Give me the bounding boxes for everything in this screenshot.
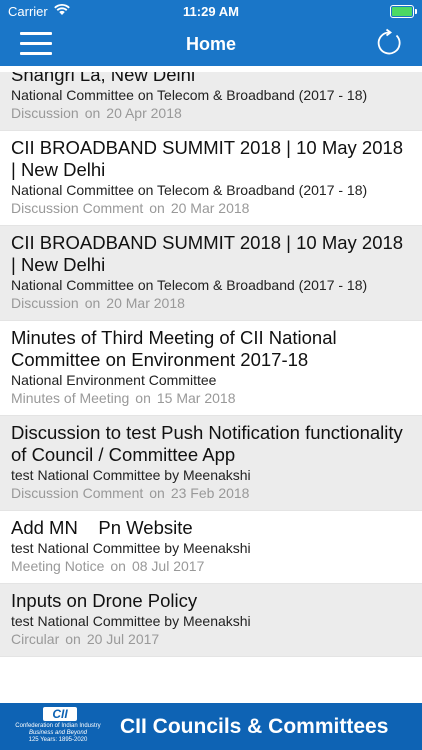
- item-title: Discussion to test Push Notification fun…: [11, 422, 403, 465]
- list-item[interactable]: Add MN Pn Website test National Committe…: [0, 511, 422, 584]
- footer-brand: CII Councils & Committees: [120, 715, 389, 738]
- item-date: 08 Jul 2017: [131, 558, 205, 574]
- item-meta: Discussion on 20 Apr 2018: [11, 105, 182, 121]
- list-item[interactable]: Minutes of Third Meeting of CII National…: [0, 321, 422, 416]
- item-meta: Discussion on 20 Mar 2018: [11, 295, 185, 311]
- item-title: CII BROADBAND SUMMIT 2018 | 10 May 2018 …: [11, 232, 404, 275]
- item-title: CII BROADBAND SUMMIT 2018 | 10 May 2018 …: [11, 137, 404, 180]
- battery-icon: [390, 5, 417, 18]
- item-date: 20 Mar 2018: [170, 200, 250, 216]
- item-type: Discussion: [11, 295, 79, 311]
- item-type: Discussion Comment: [11, 200, 144, 216]
- item-date: 20 Apr 2018: [106, 105, 182, 121]
- item-committee: National Committee on Telecom & Broadban…: [11, 87, 368, 103]
- list-item[interactable]: Inputs on Drone Policy test National Com…: [0, 584, 422, 657]
- list-item[interactable]: CII BROADBAND SUMMIT 2018 | 10 May 2018 …: [0, 131, 422, 226]
- item-date: 15 Mar 2018: [156, 390, 236, 406]
- item-meta: Minutes of Meeting on 15 Mar 2018: [11, 390, 236, 406]
- item-type: Meeting Notice: [11, 558, 105, 574]
- item-committee: test National Committee by Meenakshi: [11, 467, 251, 483]
- item-committee: test National Committee by Meenakshi: [11, 613, 251, 629]
- item-committee: National Committee on Telecom & Broadban…: [11, 277, 368, 293]
- item-meta: Circular on 20 Jul 2017: [11, 631, 160, 647]
- item-type: Discussion: [11, 105, 79, 121]
- item-type: Minutes of Meeting: [11, 390, 130, 406]
- item-date: 20 Mar 2018: [106, 295, 185, 311]
- item-title: Inputs on Drone Policy: [11, 590, 198, 611]
- item-committee: test National Committee by Meenakshi: [11, 540, 251, 556]
- item-title: Minutes of Third Meeting of CII National…: [11, 327, 337, 370]
- status-bar: Carrier 11:29 AM: [0, 0, 422, 22]
- item-date: 20 Jul 2017: [86, 631, 160, 647]
- item-date: 23 Feb 2018: [170, 485, 250, 501]
- item-type: Discussion Comment: [11, 485, 144, 501]
- footer-banner: CII Confederation of Indian Industry Bus…: [0, 703, 422, 750]
- list-item[interactable]: Shangri La, New Delhi National Committee…: [0, 72, 422, 131]
- item-meta: Meeting Notice on 08 Jul 2017: [11, 558, 205, 574]
- item-meta: Discussion Comment on 23 Feb 2018: [11, 485, 250, 501]
- refresh-icon[interactable]: [374, 28, 404, 58]
- list-item[interactable]: CII BROADBAND SUMMIT 2018 | 10 May 2018 …: [0, 226, 422, 321]
- item-type: Circular: [11, 631, 60, 647]
- nav-bar: Home: [0, 22, 422, 66]
- status-time: 11:29 AM: [183, 4, 239, 19]
- cii-logo: CII Confederation of Indian Industry Bus…: [15, 707, 101, 743]
- feed-list: Shangri La, New Delhi National Committee…: [0, 72, 422, 700]
- item-title: Shangri La, New Delhi: [11, 72, 196, 85]
- item-meta: Discussion Comment on 20 Mar 2018: [11, 200, 250, 216]
- item-committee: National Committee on Telecom & Broadban…: [11, 182, 368, 198]
- list-item[interactable]: Discussion to test Push Notification fun…: [0, 416, 422, 511]
- page-title: Home: [185, 34, 236, 54]
- item-title: Add MN Pn Website: [11, 517, 193, 538]
- item-committee: National Environment Committee: [11, 372, 217, 388]
